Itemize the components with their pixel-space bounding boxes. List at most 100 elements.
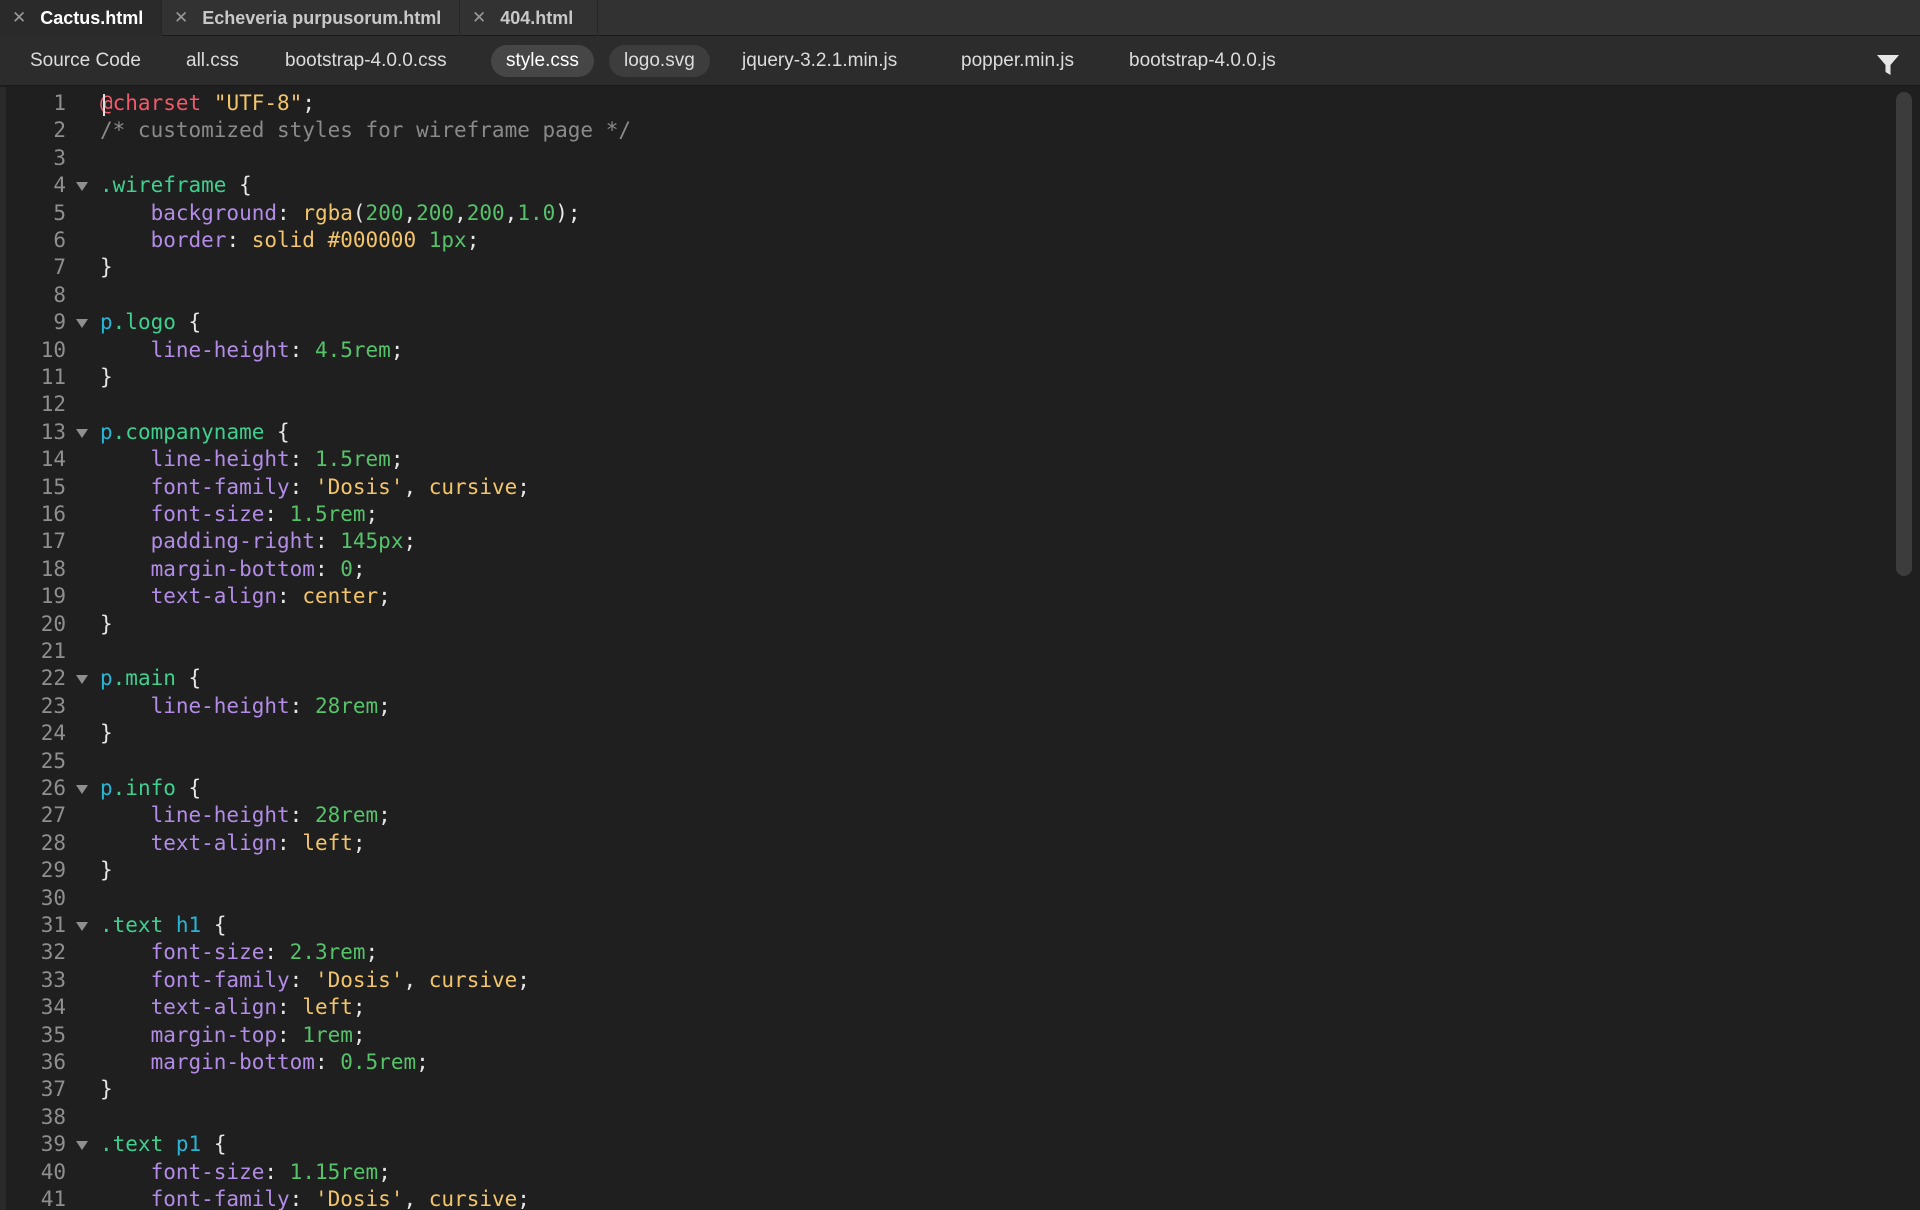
code-line[interactable]: 38 bbox=[6, 1104, 1886, 1131]
code-line[interactable]: 35 margin-top: 1rem; bbox=[6, 1022, 1886, 1049]
code-line[interactable]: 33 font-family: 'Dosis', cursive; bbox=[6, 967, 1886, 994]
code-line[interactable]: 12 bbox=[6, 391, 1886, 418]
filter-icon[interactable] bbox=[1876, 53, 1900, 77]
code-editor[interactable]: 1 @charset "UTF-8"; 2 /* customized styles … bbox=[6, 87, 1892, 1210]
code-line[interactable]: 36 margin-bottom: 0.5rem; bbox=[6, 1049, 1886, 1076]
code-token: left bbox=[302, 830, 353, 855]
code-token: .wireframe bbox=[100, 173, 227, 198]
code-token: ; bbox=[365, 940, 379, 965]
related-file-bootstrap-css[interactable]: bootstrap-4.0.0.css bbox=[270, 45, 462, 77]
related-file-logo-svg[interactable]: logo.svg bbox=[609, 45, 710, 77]
code-token: ; bbox=[378, 803, 391, 828]
fold-arrow-icon[interactable] bbox=[76, 182, 88, 192]
related-file-jquery[interactable]: jquery-3.2.1.min.js bbox=[727, 45, 912, 77]
code-token: 200 bbox=[466, 200, 505, 225]
code-line[interactable]: 16 font-size: 1.5rem; bbox=[6, 501, 1886, 528]
code-line[interactable]: 3 bbox=[6, 145, 1886, 172]
doc-tab-cactus[interactable]: ✕ Cactus.html bbox=[0, 0, 162, 36]
line-code: text-align: center; bbox=[100, 583, 391, 610]
line-code: font-family: 'Dosis', cursive; bbox=[100, 967, 530, 994]
code-line[interactable]: 32 font-size: 2.3rem; bbox=[6, 939, 1886, 966]
code-line[interactable]: 9 p.logo { bbox=[6, 309, 1886, 336]
code-line[interactable]: 34 text-align: left; bbox=[6, 994, 1886, 1021]
code-line[interactable]: 1 @charset "UTF-8"; bbox=[6, 90, 1886, 117]
code-token: text-align bbox=[150, 584, 278, 609]
code-line[interactable]: 15 font-family: 'Dosis', cursive; bbox=[6, 474, 1886, 501]
related-file-popper[interactable]: popper.min.js bbox=[946, 45, 1089, 77]
code-line[interactable]: 18 margin-bottom: 0; bbox=[6, 556, 1886, 583]
line-code: } bbox=[100, 611, 113, 638]
fold-arrow-icon[interactable] bbox=[76, 922, 88, 931]
code-line[interactable]: 40 font-size: 1.15rem; bbox=[6, 1159, 1886, 1186]
code-line[interactable]: 6 border: solid #000000 1px; bbox=[6, 227, 1886, 254]
code-token: @charset bbox=[100, 91, 202, 115]
code-token: 1.5rem bbox=[314, 447, 391, 472]
code-token: .logo bbox=[112, 310, 176, 335]
code-line[interactable]: 21 bbox=[6, 638, 1886, 665]
code-token: 1rem bbox=[302, 1022, 353, 1047]
code-line[interactable]: 39 .text p1 { bbox=[6, 1131, 1886, 1158]
line-number: 32 bbox=[40, 940, 66, 965]
code-line[interactable]: 26 p.info { bbox=[6, 775, 1886, 802]
code-line[interactable]: 28 text-align: left; bbox=[6, 830, 1886, 857]
doc-tab-echeveria[interactable]: ✕ Echeveria purpusorum.html bbox=[162, 0, 460, 36]
fold-arrow-icon[interactable] bbox=[76, 1141, 88, 1151]
code-line[interactable]: 13 p.companyname { bbox=[6, 419, 1886, 446]
code-line[interactable]: 37} bbox=[6, 1076, 1886, 1103]
code-line[interactable]: 19 text-align: center; bbox=[6, 583, 1886, 610]
line-number: 2 bbox=[53, 118, 66, 143]
code-token: } bbox=[100, 721, 113, 746]
code-token: solid #000000 bbox=[251, 228, 417, 252]
text-caret bbox=[103, 94, 105, 116]
code-token: , bbox=[403, 200, 417, 225]
related-file-source-code[interactable]: Source Code bbox=[15, 45, 156, 77]
code-line[interactable]: 2 /* customized styles for wireframe page… bbox=[6, 117, 1886, 144]
code-token: line-height bbox=[150, 447, 290, 472]
code-line[interactable]: 41 font-family: 'Dosis', cursive; bbox=[6, 1186, 1886, 1210]
code-line[interactable]: 27 line-height: 28rem; bbox=[6, 802, 1886, 829]
code-token: h1 bbox=[175, 913, 202, 937]
code-line[interactable]: 24} bbox=[6, 720, 1886, 747]
related-file-style-css[interactable]: style.css bbox=[491, 45, 594, 77]
code-line[interactable]: 7} bbox=[6, 254, 1886, 281]
code-line[interactable]: 14 line-height: 1.5rem; bbox=[6, 446, 1886, 473]
line-code: } bbox=[100, 857, 113, 884]
fold-arrow-icon[interactable] bbox=[76, 428, 88, 438]
code-line[interactable]: 30 bbox=[6, 885, 1886, 912]
code-line[interactable]: 11} bbox=[6, 364, 1886, 391]
code-line[interactable]: 17 padding-right: 145px; bbox=[6, 528, 1886, 555]
line-code: background: rgba(200,200,200,1.0); bbox=[100, 200, 581, 227]
doc-tab-404[interactable]: ✕ 404.html bbox=[460, 0, 598, 36]
scrollbar-thumb[interactable] bbox=[1896, 92, 1912, 576]
close-icon[interactable]: ✕ bbox=[174, 8, 188, 28]
code-line[interactable]: 20} bbox=[6, 611, 1886, 638]
code-line[interactable]: 22 p.main { bbox=[6, 665, 1886, 692]
code-token: ); bbox=[555, 200, 581, 225]
code-line[interactable]: 10 line-height: 4.5rem; bbox=[6, 337, 1886, 364]
close-icon[interactable]: ✕ bbox=[12, 8, 26, 28]
code-token: } bbox=[100, 858, 113, 883]
code-line[interactable]: 23 line-height: 28rem; bbox=[6, 693, 1886, 720]
code-line[interactable]: 4 .wireframe { bbox=[6, 172, 1886, 199]
fold-arrow-icon[interactable] bbox=[76, 675, 88, 685]
related-file-bootstrap-js[interactable]: bootstrap-4.0.0.js bbox=[1114, 45, 1291, 77]
code-line[interactable]: 8 bbox=[6, 282, 1886, 309]
code-line[interactable]: 25 bbox=[6, 748, 1886, 775]
close-icon[interactable]: ✕ bbox=[472, 8, 486, 28]
fold-arrow-icon[interactable] bbox=[76, 785, 88, 794]
related-file-all-css[interactable]: all.css bbox=[171, 45, 254, 77]
code-token: : bbox=[277, 200, 303, 225]
code-token: cursive bbox=[428, 474, 518, 499]
fold-arrow-icon[interactable] bbox=[76, 319, 88, 329]
code-token: ; bbox=[378, 1159, 391, 1184]
code-line[interactable]: 5 background: rgba(200,200,200,1.0); bbox=[6, 200, 1886, 227]
code-line[interactable]: 29} bbox=[6, 857, 1886, 884]
line-number: 30 bbox=[40, 885, 66, 910]
code-line[interactable]: 31 .text h1 { bbox=[6, 912, 1886, 939]
